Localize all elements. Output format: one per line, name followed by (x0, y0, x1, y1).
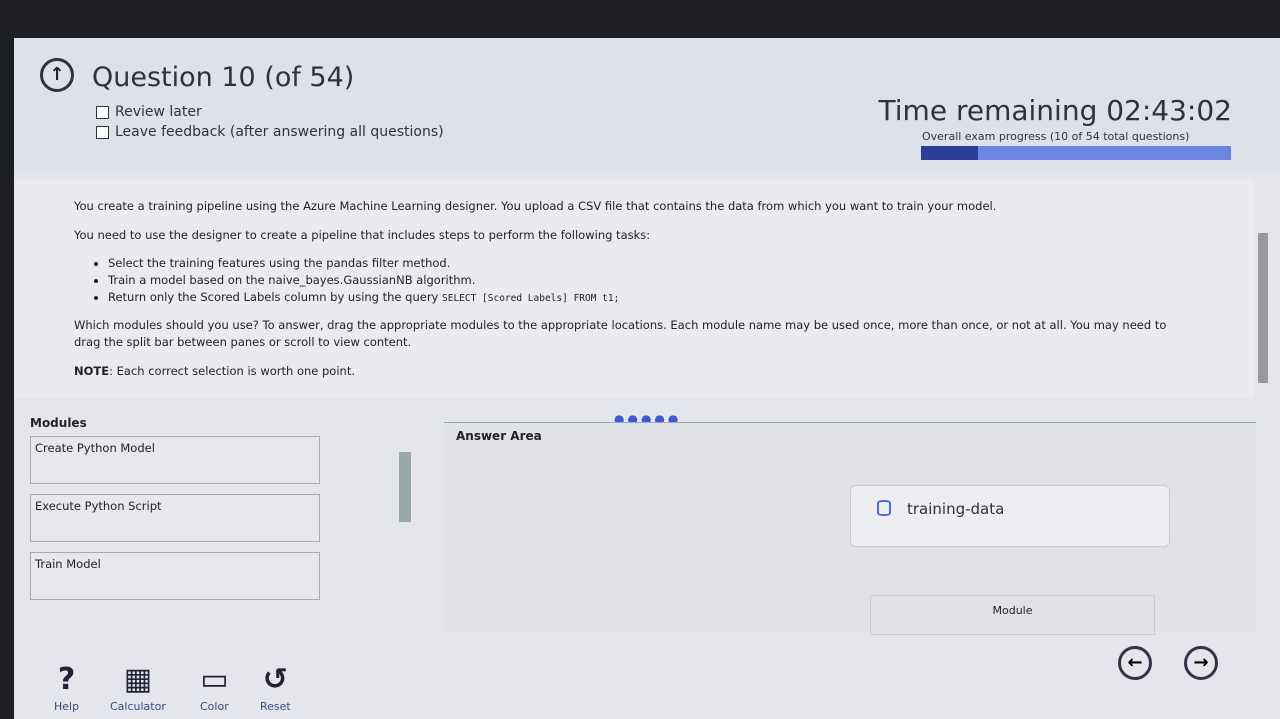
question-body: You create a training pipeline using the… (14, 180, 1254, 398)
checkbox-icon (96, 125, 109, 139)
reset-label: Reset (260, 700, 291, 713)
leave-feedback-checkbox[interactable]: Leave feedback (after answering all ques… (96, 124, 444, 140)
calculator-label: Calculator (110, 700, 166, 713)
note-label: NOTE (74, 363, 110, 378)
note-text: : Each correct selection is worth one po… (109, 363, 355, 378)
task-text: Return only the Scored Labels column by … (108, 289, 443, 304)
review-later-checkbox[interactable]: Review later (96, 104, 202, 120)
answer-heading: Answer Area (456, 429, 542, 443)
arrow-right-icon: → (1193, 652, 1209, 673)
task-item: Return only the Scored Labels column by … (108, 289, 1194, 306)
database-icon (877, 500, 891, 516)
footer-toolbar: ? Help ▦ Calculator ▭ Color ↺ Reset (14, 650, 1280, 719)
monitor-icon: ▭ (200, 662, 229, 697)
modules-heading: Modules (30, 416, 87, 430)
checkbox-icon (96, 105, 109, 119)
reset-icon: ↺ (262, 662, 288, 697)
help-icon: ? (57, 662, 76, 697)
question-text: You create a training pipeline using the… (74, 199, 997, 213)
previous-button[interactable]: ← (1118, 646, 1152, 680)
next-button[interactable]: → (1184, 646, 1218, 680)
module-train-model[interactable]: Train Model (30, 552, 320, 600)
module-execute-python-script[interactable]: Execute Python Script (30, 494, 320, 542)
question-text: You need to use the designer to create a… (74, 227, 651, 242)
modules-scrollbar[interactable] (399, 452, 411, 522)
reset-button[interactable]: ↺ Reset (260, 662, 291, 713)
color-label: Color (200, 700, 229, 713)
leave-feedback-label: Leave feedback (after answering all ques… (115, 124, 444, 140)
task-item: Train a model based on the naive_bayes.G… (108, 272, 1194, 289)
calculator-icon: ▦ (123, 662, 153, 697)
scrollbar-thumb[interactable] (1258, 233, 1268, 383)
arrow-left-icon: ← (1127, 652, 1143, 673)
question-title: Question 10 (of 54) (92, 62, 355, 93)
progress-fill (921, 146, 979, 160)
training-data-node: training-data (850, 485, 1170, 547)
color-button[interactable]: ▭ Color (200, 662, 229, 713)
modules-pane: Modules Create Python Model Execute Pyth… (30, 416, 410, 638)
sql-query: SELECT [Scored Labels] FROM t1; (442, 292, 620, 304)
progress-label: Overall exam progress (10 of 54 total qu… (922, 130, 1190, 143)
task-item: Select the training features using the p… (108, 255, 1194, 272)
answer-area: Answer Area training-data Module (444, 422, 1256, 635)
help-button[interactable]: ? Help (54, 662, 79, 713)
exam-screen: ↑ Question 10 (of 54) Review later Leave… (14, 38, 1280, 719)
node-label: training-data (907, 500, 1005, 518)
module-create-python-model[interactable]: Create Python Model (30, 436, 320, 484)
note: NOTE: Each correct selection is worth on… (74, 363, 1194, 380)
header: ↑ Question 10 (of 54) Review later Leave… (14, 38, 1280, 173)
help-label: Help (54, 700, 80, 713)
progress-bar (921, 146, 1231, 160)
time-remaining: Time remaining 02:43:02 (878, 94, 1232, 127)
calculator-button[interactable]: ▦ Calculator (110, 662, 166, 713)
module-drop-target[interactable]: Module (870, 595, 1155, 635)
task-list: Select the training features using the p… (108, 255, 1194, 305)
instructions: Which modules should you use? To answer,… (74, 318, 1167, 350)
review-later-label: Review later (115, 104, 202, 120)
back-arrow-icon[interactable]: ↑ (40, 58, 74, 92)
